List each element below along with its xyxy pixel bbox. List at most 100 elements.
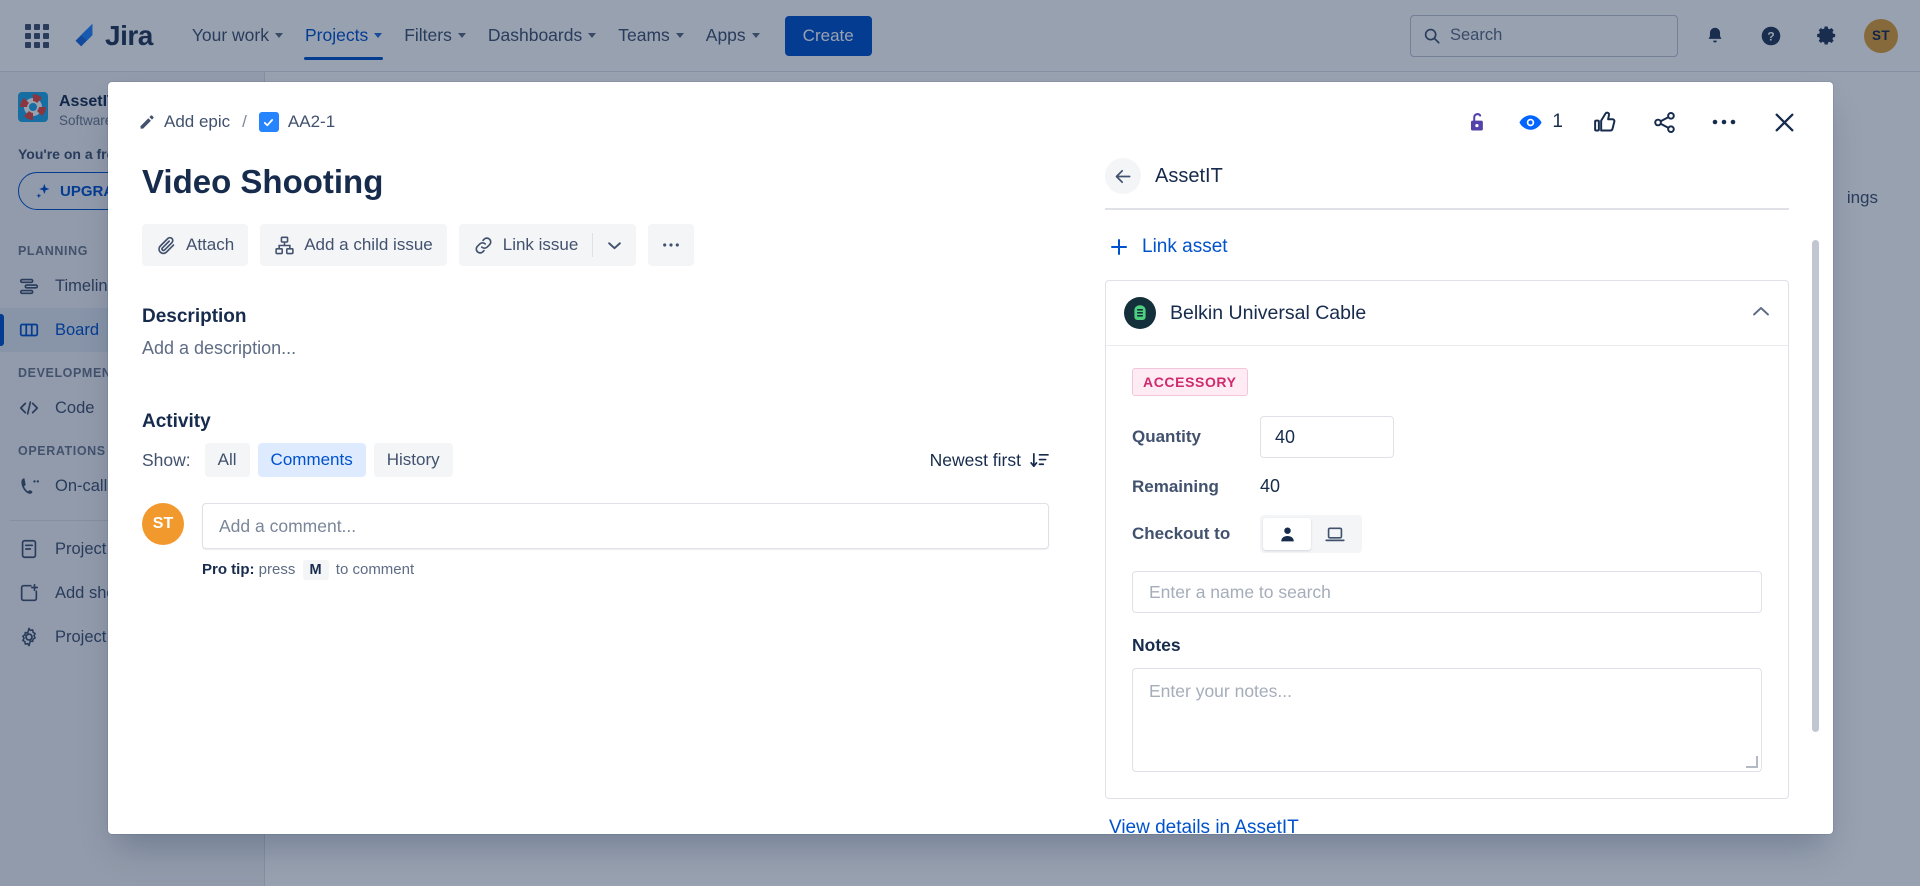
remaining-label: Remaining xyxy=(1132,476,1219,496)
activity-tab-comments[interactable]: Comments xyxy=(257,443,366,477)
app-root: Jira Your work Projects Filters Dashboar… xyxy=(0,0,1920,886)
chevron-down-icon xyxy=(588,33,597,38)
link-asset-label: Link asset xyxy=(1142,236,1228,257)
nav-label: Teams xyxy=(618,25,670,45)
notes-label: Notes xyxy=(1132,635,1181,655)
nav-item-filters[interactable]: Filters xyxy=(393,12,477,60)
timeline-icon xyxy=(19,278,39,295)
notifications-bell-icon[interactable] xyxy=(1696,17,1734,55)
link-asset-button[interactable]: Link asset xyxy=(1105,210,1789,280)
sidebar-item-label: On-call xyxy=(55,476,108,495)
description-field[interactable]: Add a description... xyxy=(142,338,1049,359)
view-details-in-assetit-link[interactable]: View details in AssetIT xyxy=(1105,799,1789,834)
link-issue-dropdown-button[interactable] xyxy=(593,224,636,266)
child-issue-icon xyxy=(275,235,294,254)
task-type-icon xyxy=(258,112,279,132)
activity-filter-row: Show: All Comments History Newest first xyxy=(142,443,1049,477)
project-avatar-icon xyxy=(18,92,48,122)
breadcrumb-issue-key[interactable]: AA2-1 xyxy=(258,112,336,132)
jira-mark-icon xyxy=(75,23,93,46)
nav-item-apps[interactable]: Apps xyxy=(695,12,771,60)
breadcrumb-add-epic[interactable]: Add epic xyxy=(138,112,230,132)
thumbs-up-icon[interactable] xyxy=(1585,103,1623,141)
sort-descending-icon xyxy=(1030,452,1049,467)
pencil-icon xyxy=(140,114,154,129)
modal-body: Video Shooting Attach Add a child issue … xyxy=(108,144,1833,834)
jira-logo[interactable]: Jira xyxy=(68,20,153,52)
checkout-row: Checkout to xyxy=(1132,515,1762,553)
chevron-up-icon[interactable] xyxy=(1752,304,1770,322)
breadcrumb-epic-label: Add epic xyxy=(164,112,231,131)
jira-wordmark: Jira xyxy=(105,19,153,51)
comment-input[interactable]: Add a comment... xyxy=(202,503,1049,549)
asset-cable-icon xyxy=(1124,297,1156,329)
more-actions-icon[interactable] xyxy=(1705,103,1743,141)
activity-tab-history[interactable]: History xyxy=(373,443,453,477)
description-heading: Description xyxy=(142,306,247,327)
close-icon[interactable] xyxy=(1765,103,1803,141)
add-comment-row: ST Add a comment... xyxy=(142,503,1049,549)
issue-key-label: AA2-1 xyxy=(287,112,336,131)
issue-main-column: Video Shooting Attach Add a child issue … xyxy=(108,144,1083,834)
checkout-to-device-option[interactable] xyxy=(1311,518,1359,550)
add-child-issue-button[interactable]: Add a child issue xyxy=(260,224,447,266)
settings-gear-icon[interactable] xyxy=(1808,17,1846,55)
modal-header-actions: 1 xyxy=(1458,103,1803,141)
create-button[interactable]: Create xyxy=(784,15,872,56)
chevron-down-icon xyxy=(675,33,684,38)
sidebar-item-label: Code xyxy=(55,398,95,417)
board-icon xyxy=(19,323,39,337)
activity-sort-button[interactable]: Newest first xyxy=(930,450,1049,471)
nav-item-dashboards[interactable]: Dashboards xyxy=(477,12,607,60)
share-icon[interactable] xyxy=(1645,103,1683,141)
issue-more-actions-button[interactable] xyxy=(648,224,695,266)
nav-label: Filters xyxy=(404,25,452,45)
oncall-icon xyxy=(21,478,39,494)
nav-label: Apps xyxy=(705,25,746,45)
attach-label: Attach xyxy=(186,235,235,254)
unlock-icon[interactable] xyxy=(1458,103,1496,141)
nav-label: Projects xyxy=(305,25,369,45)
checkout-name-search-input[interactable]: Enter a name to search xyxy=(1132,571,1762,613)
back-arrow-icon[interactable] xyxy=(1105,158,1141,194)
search-placeholder: Search xyxy=(1450,26,1503,44)
notes-textarea[interactable]: Enter your notes... xyxy=(1132,668,1762,772)
nav-item-projects[interactable]: Projects xyxy=(294,12,393,60)
user-avatar[interactable]: ST xyxy=(1864,18,1898,53)
pro-tip-press: press xyxy=(258,561,296,578)
board-settings-label[interactable]: ings xyxy=(1835,180,1890,216)
nav-item-your-work[interactable]: Your work xyxy=(181,12,294,60)
nav-label: Dashboards xyxy=(487,25,583,45)
asset-name: Belkin Universal Cable xyxy=(1170,301,1367,324)
assetit-scrollbar-thumb[interactable] xyxy=(1812,240,1819,732)
activity-tab-all[interactable]: All xyxy=(204,443,250,477)
person-icon xyxy=(1280,526,1294,541)
watch-count: 1 xyxy=(1552,111,1563,132)
page-title[interactable]: Video Shooting xyxy=(142,162,1049,202)
activity-heading: Activity xyxy=(142,411,211,432)
sort-label: Newest first xyxy=(929,449,1021,470)
help-icon[interactable]: ? xyxy=(1752,17,1790,55)
chevron-down-icon xyxy=(751,33,760,38)
apps-grid-icon[interactable] xyxy=(22,21,52,51)
link-issue-button[interactable]: Link issue xyxy=(459,224,593,266)
quantity-input[interactable]: 40 xyxy=(1260,416,1394,458)
assetit-panel-title: AssetIT xyxy=(1155,164,1223,187)
global-search-input[interactable]: Search xyxy=(1410,14,1678,57)
pages-icon xyxy=(21,539,37,559)
assetit-scroll-area: Link asset Belkin Universal Cable ACCESS… xyxy=(1083,210,1833,834)
nav-item-teams[interactable]: Teams xyxy=(607,12,695,60)
pro-tip-prefix: Pro tip: xyxy=(202,561,255,578)
asset-card-header[interactable]: Belkin Universal Cable xyxy=(1106,281,1788,346)
nav-label: Your work xyxy=(191,25,269,45)
sparkle-icon xyxy=(36,183,50,198)
checkout-target-toggle xyxy=(1260,515,1362,553)
plus-icon xyxy=(1111,239,1127,255)
more-actions-icon xyxy=(663,243,680,247)
attach-button[interactable]: Attach xyxy=(142,224,249,266)
issue-action-buttons: Attach Add a child issue Link issue xyxy=(142,224,1049,266)
checkout-to-person-option[interactable] xyxy=(1263,518,1311,550)
add-child-issue-label: Add a child issue xyxy=(304,235,433,254)
watchers-button[interactable]: 1 xyxy=(1518,110,1563,135)
search-icon xyxy=(1424,28,1440,44)
